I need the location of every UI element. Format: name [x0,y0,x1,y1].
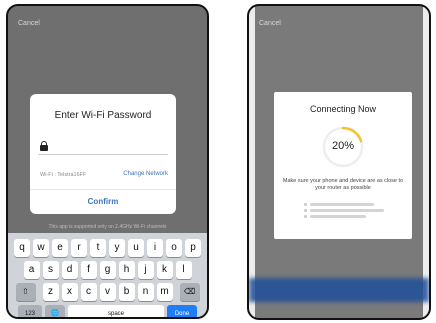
key-i[interactable]: i [147,239,163,257]
key-v[interactable]: v [99,283,116,301]
globe-icon[interactable]: 🌐 [45,305,65,317]
keyboard: qwertyuiop asdfghjkl ⇧ zxcvbnm ⌫ 123 🌐 s… [8,233,207,317]
dialog-title: Connecting Now [309,104,377,114]
status-line [310,203,374,206]
progress-percent: 20% [331,140,355,152]
key-u[interactable]: u [128,239,144,257]
connecting-dialog: Connecting Now 20% Make sure your phone … [274,92,412,239]
key-f[interactable]: f [80,261,97,279]
key-b[interactable]: b [118,283,135,301]
numbers-key[interactable]: 123 [18,305,42,317]
phone-screen-connecting: Cancel Connecting Now 20% Make sure your… [247,4,431,320]
key-l[interactable]: l [175,261,192,279]
lock-icon [40,141,48,151]
keyboard-row-2: asdfghjkl [8,261,207,279]
key-c[interactable]: c [80,283,97,301]
screen-edge-right [423,6,429,318]
key-d[interactable]: d [61,261,78,279]
key-s[interactable]: s [42,261,59,279]
keyboard-row-4: 123 🌐 space Done [8,305,207,317]
blurred-action-bar [249,278,429,302]
status-dot [304,215,307,218]
key-k[interactable]: k [156,261,173,279]
key-h[interactable]: h [118,261,135,279]
phone-screen-wifi-password: Cancel Enter Wi-Fi Password Wi-Fi : Tels… [6,4,209,319]
proximity-hint: Make sure your phone and device are as c… [282,178,404,191]
cancel-link[interactable]: Cancel [18,20,40,27]
support-note: This app is supported only on 2.4GHz Wi-… [48,224,167,230]
status-dot [304,209,307,212]
key-a[interactable]: a [23,261,40,279]
key-w[interactable]: w [33,239,49,257]
status-dot [304,203,307,206]
dialog-title: Enter Wi-Fi Password [54,110,152,121]
keyboard-row-3: ⇧ zxcvbnm ⌫ [8,283,207,301]
key-o[interactable]: o [166,239,182,257]
key-z[interactable]: z [42,283,59,301]
key-p[interactable]: p [185,239,201,257]
change-network-link[interactable]: Change Network [123,171,168,177]
key-j[interactable]: j [137,261,154,279]
shift-key[interactable]: ⇧ [15,283,36,301]
key-g[interactable]: g [99,261,116,279]
space-key[interactable]: space [68,305,164,317]
done-key[interactable]: Done [167,305,197,317]
delete-key[interactable]: ⌫ [179,283,200,301]
wifi-network-label: Wi-Fi : Telstra16FF [40,172,87,178]
confirm-button[interactable]: Confirm [30,190,176,214]
key-n[interactable]: n [137,283,154,301]
key-e[interactable]: e [52,239,68,257]
screen-edge-left [249,6,255,318]
key-m[interactable]: m [156,283,173,301]
status-line [310,209,384,212]
key-x[interactable]: x [61,283,78,301]
progress-ring: 20% [321,125,365,169]
cancel-link[interactable]: Cancel [259,20,281,27]
key-t[interactable]: t [90,239,106,257]
key-r[interactable]: r [71,239,87,257]
status-line [310,215,366,218]
password-input[interactable] [38,138,168,155]
keyboard-row-1: qwertyuiop [8,239,207,257]
key-y[interactable]: y [109,239,125,257]
wifi-password-dialog: Enter Wi-Fi Password Wi-Fi : Telstra16FF… [30,94,176,214]
key-q[interactable]: q [14,239,30,257]
